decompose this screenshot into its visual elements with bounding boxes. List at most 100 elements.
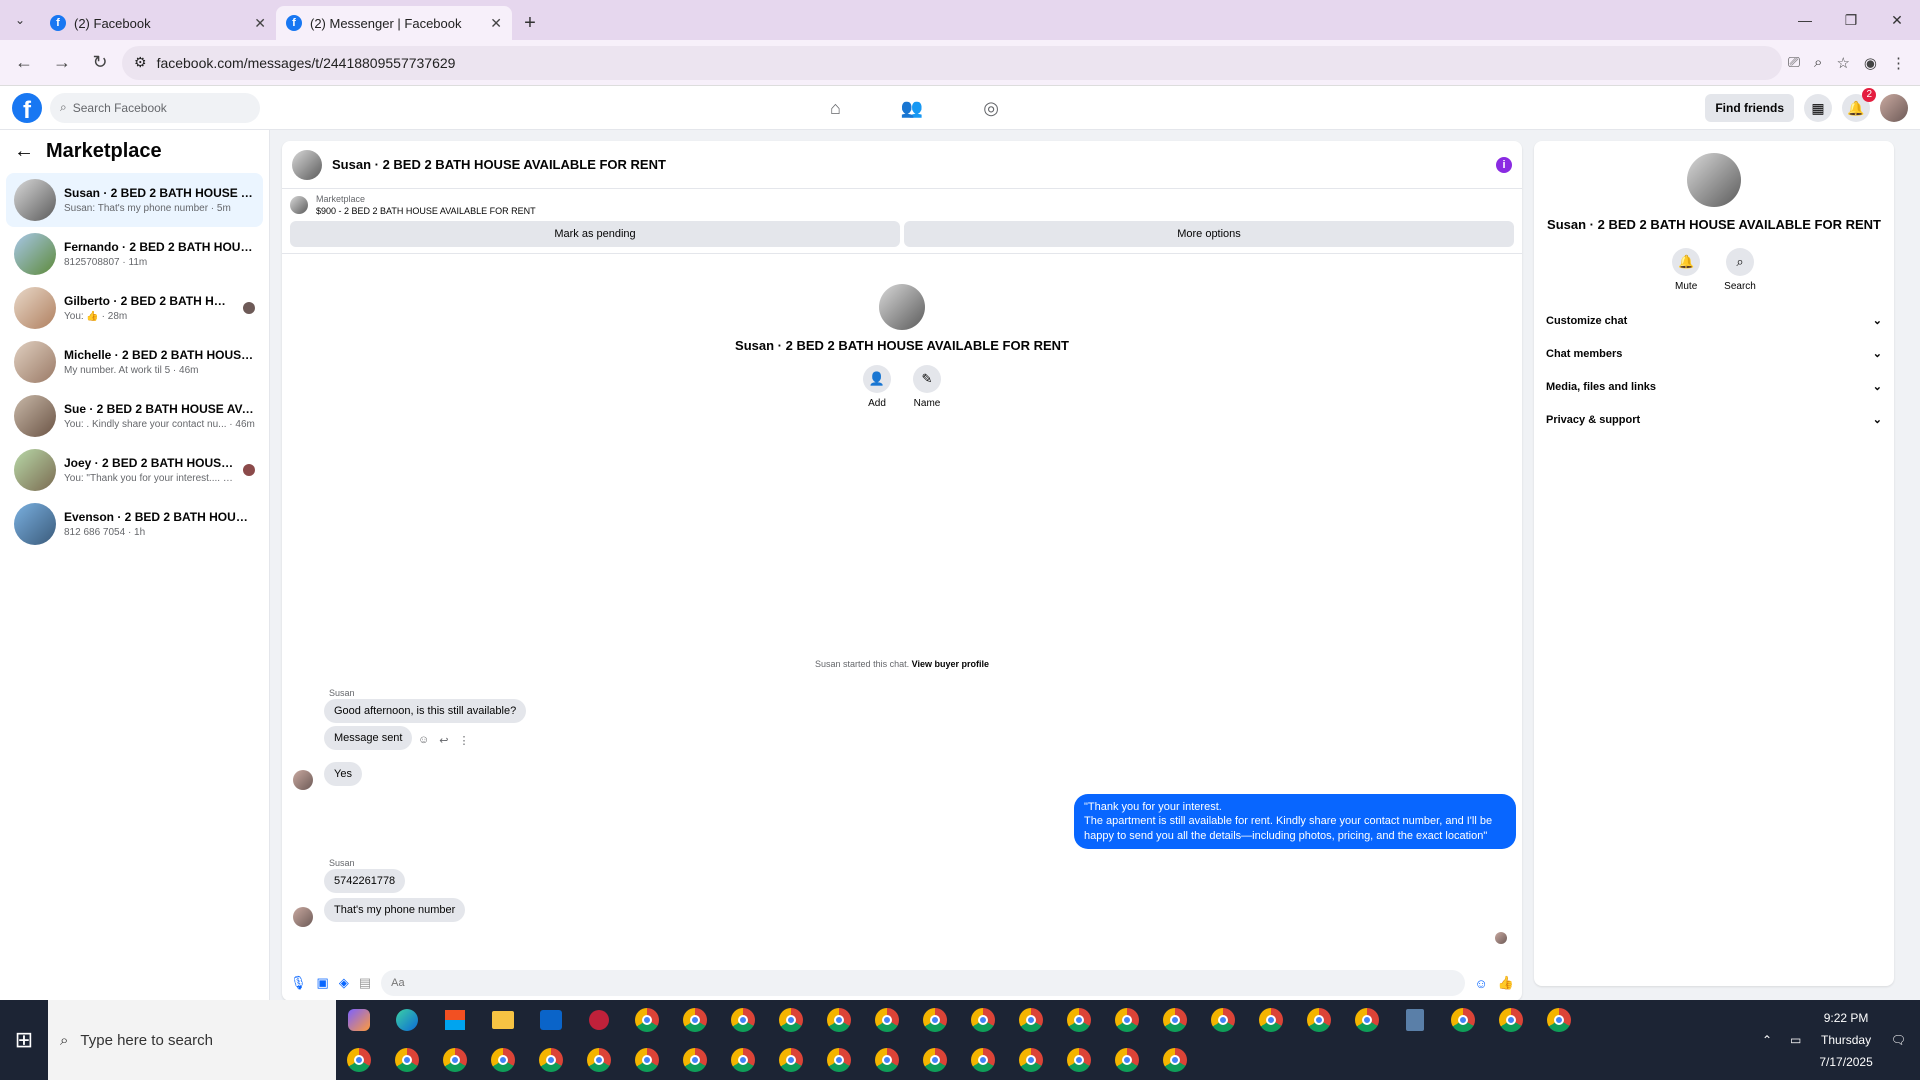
- chrome-icon[interactable]: [916, 1002, 954, 1038]
- chrome-icon[interactable]: [724, 1002, 762, 1038]
- microphone-icon[interactable]: 🎙: [290, 975, 307, 991]
- conversation-item[interactable]: Susan · 2 BED 2 BATH HOUSE AVAI... Susan:…: [6, 173, 263, 227]
- sender-avatar[interactable]: [293, 770, 313, 790]
- conversation-item[interactable]: Michelle · 2 BED 2 BATH HOUSE A... My num…: [6, 335, 263, 389]
- tab-messenger[interactable]: f (2) Messenger | Facebook ✕: [276, 6, 512, 40]
- sender-avatar[interactable]: [293, 907, 313, 927]
- chrome-icon[interactable]: [628, 1002, 666, 1038]
- restore-icon[interactable]: ❐: [1828, 0, 1874, 40]
- install-app-icon[interactable]: ⎚: [1788, 54, 1800, 72]
- groups-icon[interactable]: ◎: [983, 98, 999, 119]
- site-settings-icon[interactable]: ⚙: [134, 54, 147, 71]
- message-bubble[interactable]: Yes: [324, 762, 362, 786]
- network-icon[interactable]: ▭: [1790, 1033, 1801, 1047]
- store-icon[interactable]: [436, 1002, 474, 1038]
- back-arrow-icon[interactable]: ←: [14, 140, 34, 163]
- info-icon[interactable]: i: [1496, 156, 1512, 173]
- chat-title[interactable]: Susan · 2 BED 2 BATH HOUSE AVAILABLE FOR…: [332, 157, 1486, 172]
- zoom-icon[interactable]: ⌕: [1814, 54, 1822, 72]
- new-tab-button[interactable]: +: [512, 6, 548, 40]
- chrome-icon[interactable]: [1156, 1042, 1194, 1078]
- message-bubble[interactable]: Good afternoon, is this still available?: [324, 699, 527, 723]
- chrome-icon[interactable]: [1012, 1002, 1050, 1038]
- message-bubble[interactable]: 5742261778: [324, 869, 406, 893]
- notifications-bell-icon[interactable]: 🔔 2: [1842, 88, 1876, 122]
- message-input[interactable]: [381, 970, 1465, 996]
- facebook-logo-icon[interactable]: f: [12, 92, 42, 123]
- chrome-icon[interactable]: [388, 1042, 426, 1078]
- windows-start-icon[interactable]: ⊞: [0, 1000, 48, 1080]
- chrome-icon[interactable]: [916, 1042, 954, 1078]
- media-files-links-section[interactable]: Media, files and links ⌄: [1534, 370, 1894, 403]
- listing-summary[interactable]: Marketplace $900 - 2 BED 2 BATH HOUSE AV…: [282, 189, 1522, 221]
- close-tab-icon[interactable]: ✕: [490, 15, 502, 32]
- chrome-icon[interactable]: [1012, 1042, 1050, 1078]
- chrome-icon[interactable]: [580, 1042, 618, 1078]
- menu-grid-icon[interactable]: ▦: [1804, 94, 1832, 122]
- chrome-icon[interactable]: [964, 1042, 1002, 1078]
- minimize-icon[interactable]: —: [1782, 0, 1828, 40]
- chrome-icon[interactable]: [628, 1042, 666, 1078]
- close-tab-icon[interactable]: ✕: [254, 15, 266, 32]
- chrome-icon[interactable]: [1204, 1002, 1242, 1038]
- chrome-icon[interactable]: [1492, 1002, 1530, 1038]
- react-emoji-icon[interactable]: ☺: [418, 734, 429, 747]
- sticker-icon[interactable]: ◈: [339, 975, 349, 991]
- notification-center-icon[interactable]: 🗨: [1891, 1033, 1906, 1047]
- chrome-icon[interactable]: [1156, 1002, 1194, 1038]
- conversation-item[interactable]: Evenson · 2 BED 2 BATH HOUSE A... 812 686…: [6, 497, 263, 551]
- facebook-search-input[interactable]: ⌕ Search Facebook: [50, 92, 260, 123]
- customize-chat-section[interactable]: Customize chat ⌄: [1534, 304, 1894, 337]
- mute-button[interactable]: 🔔 Mute: [1672, 248, 1701, 292]
- chrome-icon[interactable]: [1444, 1002, 1482, 1038]
- message-text-field[interactable]: [391, 977, 1455, 989]
- chrome-icon[interactable]: [676, 1042, 714, 1078]
- chrome-icon[interactable]: [820, 1042, 858, 1078]
- chrome-icon[interactable]: [1300, 1002, 1338, 1038]
- conversation-item[interactable]: Fernando · 2 BED 2 BATH HOUSE ... 8125708…: [6, 227, 263, 281]
- address-bar[interactable]: ⚙ facebook.com/messages/t/24418809557737…: [122, 45, 1783, 80]
- more-dots-icon[interactable]: ⋮: [458, 734, 469, 747]
- chrome-icon[interactable]: [1540, 1002, 1578, 1038]
- chrome-icon[interactable]: [436, 1042, 474, 1078]
- reload-icon[interactable]: ↻: [84, 47, 116, 79]
- menu-dots-icon[interactable]: ⋮: [1891, 54, 1906, 72]
- forward-arrow-icon[interactable]: →: [46, 47, 78, 79]
- find-friends-button[interactable]: Find friends: [1705, 94, 1794, 122]
- chrome-icon[interactable]: [868, 1002, 906, 1038]
- outlook-icon[interactable]: [532, 1002, 570, 1038]
- calculator-icon[interactable]: [1396, 1002, 1434, 1038]
- tab-list-button[interactable]: ⌄: [0, 0, 40, 40]
- back-arrow-icon[interactable]: ←: [8, 47, 40, 79]
- chat-avatar[interactable]: [292, 149, 322, 180]
- edge-icon[interactable]: [388, 1002, 426, 1038]
- clock[interactable]: 9:22 PM Thursday 7/17/2025: [1819, 1007, 1872, 1073]
- gif-icon[interactable]: ▤: [359, 975, 371, 991]
- chrome-icon[interactable]: [1348, 1002, 1386, 1038]
- account-avatar[interactable]: [1880, 94, 1908, 122]
- more-options-button[interactable]: More options: [904, 221, 1514, 247]
- conversation-item[interactable]: Joey · 2 BED 2 BATH HOUSE AV... You: "Tha…: [6, 443, 263, 497]
- chrome-icon[interactable]: [340, 1042, 378, 1078]
- chrome-icon[interactable]: [1108, 1042, 1146, 1078]
- privacy-support-section[interactable]: Privacy & support ⌄: [1534, 403, 1894, 436]
- reply-icon[interactable]: ↩: [439, 734, 448, 747]
- copilot-icon[interactable]: [340, 1002, 378, 1038]
- message-bubble[interactable]: Message sent: [324, 726, 413, 750]
- chrome-icon[interactable]: [1060, 1002, 1098, 1038]
- bookmark-star-icon[interactable]: ☆: [1836, 54, 1849, 72]
- chrome-icon[interactable]: [1252, 1002, 1290, 1038]
- tab-facebook[interactable]: f (2) Facebook ✕: [40, 6, 276, 40]
- emoji-icon[interactable]: ☺: [1475, 976, 1488, 991]
- chrome-icon[interactable]: [484, 1042, 522, 1078]
- chrome-icon[interactable]: [964, 1002, 1002, 1038]
- conversation-item[interactable]: Gilberto · 2 BED 2 BATH HOUSE ... You: 👍 …: [6, 281, 263, 335]
- search-button[interactable]: ⌕ Search: [1724, 248, 1756, 292]
- view-buyer-profile-link[interactable]: View buyer profile: [912, 659, 989, 669]
- photo-icon[interactable]: ▣: [317, 975, 329, 991]
- add-people-button[interactable]: 👤 Add: [863, 365, 891, 409]
- chrome-icon[interactable]: [724, 1042, 762, 1078]
- profile-icon[interactable]: ◉: [1864, 54, 1877, 72]
- my-message-bubble[interactable]: "Thank you for your interest. The apartm…: [1074, 794, 1516, 849]
- taskbar-search[interactable]: ⌕ Type here to search: [48, 1000, 336, 1080]
